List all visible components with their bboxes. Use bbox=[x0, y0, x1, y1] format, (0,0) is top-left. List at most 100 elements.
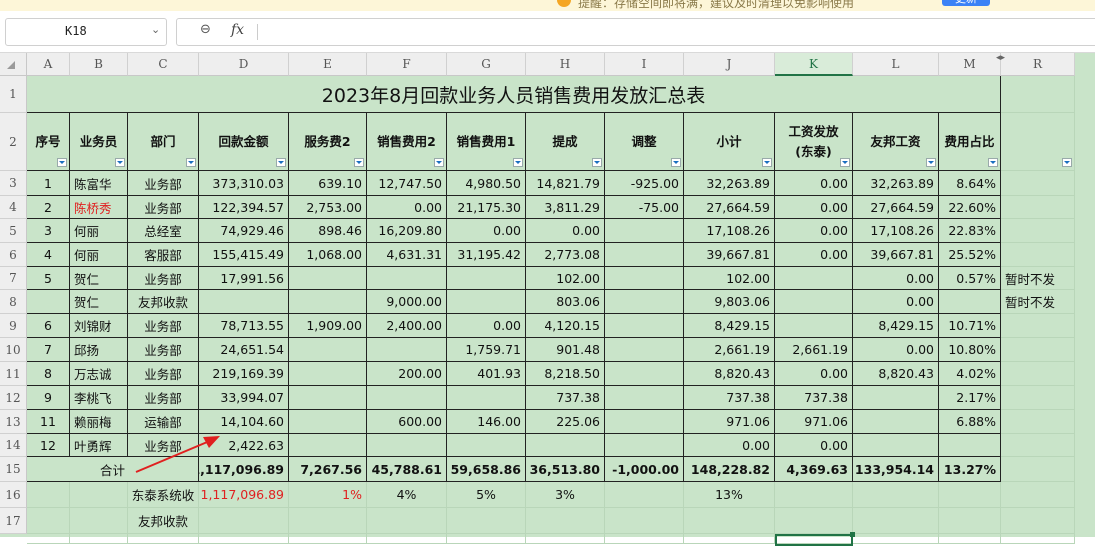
table-cell[interactable]: 971.06 bbox=[775, 410, 853, 434]
cell-row17[interactable] bbox=[775, 508, 853, 534]
table-cell[interactable]: 32,263.89 bbox=[684, 171, 775, 196]
table-cell[interactable]: 业务部 bbox=[128, 196, 199, 219]
table-cell[interactable] bbox=[289, 434, 367, 457]
table-cell[interactable]: 639.10 bbox=[289, 171, 367, 196]
total-cell[interactable]: -1,000.00 bbox=[605, 457, 684, 482]
table-cell[interactable]: 业务部 bbox=[128, 362, 199, 386]
header-b[interactable]: 业务员 bbox=[70, 113, 128, 171]
table-cell[interactable]: 5 bbox=[27, 267, 70, 290]
table-cell[interactable]: 4.02% bbox=[939, 362, 1001, 386]
table-cell[interactable]: 102.00 bbox=[684, 267, 775, 290]
table-cell[interactable]: 78,713.55 bbox=[199, 314, 289, 338]
select-all-corner[interactable] bbox=[0, 53, 27, 76]
table-cell[interactable] bbox=[775, 314, 853, 338]
table-cell[interactable]: 0.00 bbox=[775, 362, 853, 386]
table-cell[interactable]: 0.00 bbox=[853, 338, 939, 362]
table-cell[interactable]: 10.71% bbox=[939, 314, 1001, 338]
table-cell[interactable] bbox=[289, 338, 367, 362]
table-cell[interactable] bbox=[853, 386, 939, 410]
row-header-14[interactable]: 14 bbox=[0, 434, 27, 457]
cell-row16[interactable]: 4% bbox=[367, 482, 447, 508]
table-cell[interactable]: 8,820.43 bbox=[684, 362, 775, 386]
row-header-6[interactable]: 6 bbox=[0, 243, 27, 267]
table-cell[interactable]: 业务部 bbox=[128, 338, 199, 362]
note-cell[interactable] bbox=[1001, 386, 1075, 410]
table-cell[interactable]: 2,422.63 bbox=[199, 434, 289, 457]
table-cell[interactable]: 0.57% bbox=[939, 267, 1001, 290]
filter-dropdown-icon[interactable] bbox=[592, 158, 602, 167]
table-cell[interactable] bbox=[289, 290, 367, 314]
cell-row16[interactable]: 5% bbox=[447, 482, 526, 508]
table-cell[interactable]: 何丽 bbox=[70, 219, 128, 243]
row-header-16[interactable]: 16 bbox=[0, 482, 27, 508]
table-cell[interactable]: 6 bbox=[27, 314, 70, 338]
table-cell[interactable]: 8 bbox=[27, 362, 70, 386]
filter-dropdown-icon[interactable] bbox=[115, 158, 125, 167]
table-cell[interactable]: 219,169.39 bbox=[199, 362, 289, 386]
header-c[interactable]: 部门 bbox=[128, 113, 199, 171]
cell-row17[interactable]: 友邦收款 bbox=[128, 508, 199, 534]
table-cell[interactable]: 898.46 bbox=[289, 219, 367, 243]
table-cell[interactable]: 155,415.49 bbox=[199, 243, 289, 267]
table-cell[interactable]: 运输部 bbox=[128, 410, 199, 434]
cell-row17[interactable] bbox=[70, 508, 128, 534]
table-cell[interactable] bbox=[289, 267, 367, 290]
note-cell[interactable] bbox=[1001, 196, 1075, 219]
table-cell[interactable]: 4,631.31 bbox=[367, 243, 447, 267]
table-cell[interactable]: 贺仁 bbox=[70, 290, 128, 314]
table-cell[interactable]: 225.06 bbox=[526, 410, 605, 434]
table-cell[interactable]: 0.00 bbox=[775, 219, 853, 243]
table-cell[interactable]: 1,068.00 bbox=[289, 243, 367, 267]
table-cell[interactable]: 3 bbox=[27, 219, 70, 243]
table-cell[interactable]: 12 bbox=[27, 434, 70, 457]
table-cell[interactable]: 0.00 bbox=[684, 434, 775, 457]
table-cell[interactable]: 李桃飞 bbox=[70, 386, 128, 410]
table-cell[interactable]: 6.88% bbox=[939, 410, 1001, 434]
table-cell[interactable]: 373,310.03 bbox=[199, 171, 289, 196]
cell-row16[interactable] bbox=[70, 482, 128, 508]
cell-row17[interactable] bbox=[684, 508, 775, 534]
cell-row17[interactable] bbox=[939, 508, 1001, 534]
table-cell[interactable]: 803.06 bbox=[526, 290, 605, 314]
row-header-17[interactable]: 17 bbox=[0, 508, 27, 534]
table-cell[interactable]: 业务部 bbox=[128, 386, 199, 410]
column-header-j[interactable]: J bbox=[684, 53, 775, 76]
column-header-e[interactable]: E bbox=[289, 53, 367, 76]
header-f[interactable]: 销售费用2 bbox=[367, 113, 447, 171]
table-cell[interactable] bbox=[367, 338, 447, 362]
total-cell[interactable]: 1,117,096.89 bbox=[199, 457, 289, 482]
row-header-11[interactable]: 11 bbox=[0, 362, 27, 386]
cell-row17[interactable] bbox=[1001, 508, 1075, 534]
table-cell[interactable]: 102.00 bbox=[526, 267, 605, 290]
total-cell[interactable]: 148,228.82 bbox=[684, 457, 775, 482]
row-header-7[interactable]: 7 bbox=[0, 267, 27, 290]
cell-r1[interactable] bbox=[1001, 76, 1075, 113]
table-cell[interactable]: 万志诚 bbox=[70, 362, 128, 386]
table-cell[interactable]: 陈富华 bbox=[70, 171, 128, 196]
note-cell[interactable] bbox=[1001, 362, 1075, 386]
table-cell[interactable]: 1,909.00 bbox=[289, 314, 367, 338]
row-header-12[interactable]: 12 bbox=[0, 386, 27, 410]
table-cell[interactable] bbox=[605, 410, 684, 434]
cell-row17[interactable] bbox=[289, 508, 367, 534]
total-cell[interactable]: 7,267.56 bbox=[289, 457, 367, 482]
cell-row18[interactable] bbox=[199, 534, 289, 544]
table-cell[interactable] bbox=[447, 267, 526, 290]
table-cell[interactable]: 14,821.79 bbox=[526, 171, 605, 196]
fx-icon[interactable]: fx bbox=[231, 22, 244, 38]
cell-row18[interactable] bbox=[853, 534, 939, 544]
table-cell[interactable]: 2,661.19 bbox=[775, 338, 853, 362]
header-d[interactable]: 回款金额 bbox=[199, 113, 289, 171]
cell-row16[interactable] bbox=[1001, 482, 1075, 508]
row-header-15[interactable]: 15 bbox=[0, 457, 27, 482]
table-cell[interactable]: 1 bbox=[27, 171, 70, 196]
cell-row16[interactable] bbox=[27, 482, 70, 508]
table-cell[interactable]: 3,811.29 bbox=[526, 196, 605, 219]
note-cell[interactable]: 暂时不发 bbox=[1001, 267, 1075, 290]
cell-row18[interactable] bbox=[605, 534, 684, 544]
filter-dropdown-icon[interactable] bbox=[926, 158, 936, 167]
table-cell[interactable]: 4,980.50 bbox=[447, 171, 526, 196]
table-cell[interactable]: 25.52% bbox=[939, 243, 1001, 267]
table-cell[interactable] bbox=[605, 243, 684, 267]
cell-row16[interactable] bbox=[939, 482, 1001, 508]
